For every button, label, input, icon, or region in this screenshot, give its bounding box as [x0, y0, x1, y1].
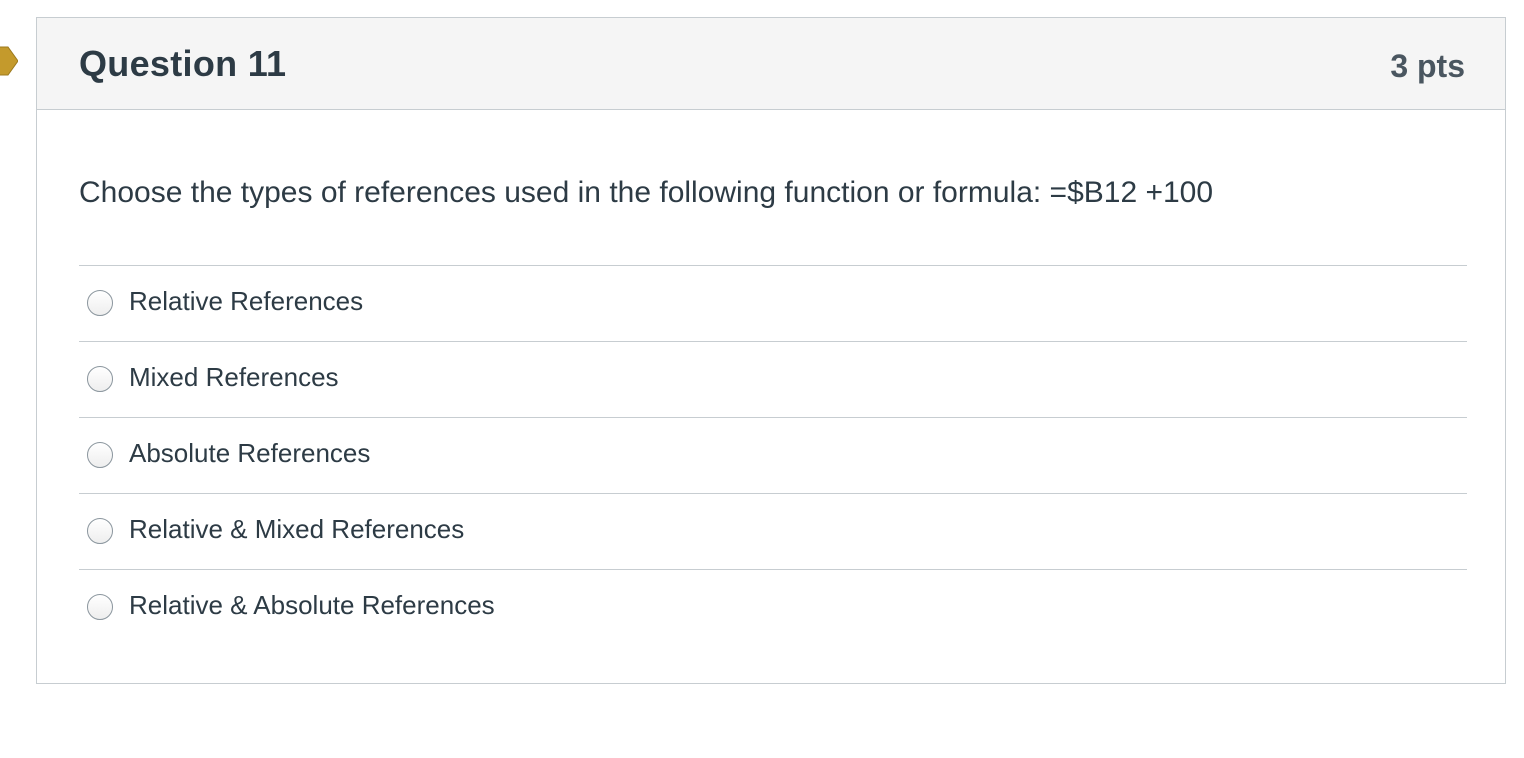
question-card: Question 11 3 pts Choose the types of re…: [36, 17, 1506, 684]
answer-label[interactable]: Absolute References: [129, 436, 370, 470]
question-header: Question 11 3 pts: [37, 18, 1505, 110]
answer-label[interactable]: Relative & Mixed References: [129, 512, 464, 546]
question-text: Choose the types of references used in t…: [79, 176, 1214, 209]
answer-label[interactable]: Relative References: [129, 284, 363, 318]
answer-list: Relative References Mixed References Abs…: [79, 265, 1467, 645]
answer-option-absolute[interactable]: Absolute References: [79, 417, 1467, 493]
radio-button[interactable]: [87, 442, 113, 468]
radio-button[interactable]: [87, 594, 113, 620]
answer-option-relative[interactable]: Relative References: [79, 265, 1467, 341]
answer-label[interactable]: Relative & Absolute References: [129, 588, 495, 622]
answer-option-relative-mixed[interactable]: Relative & Mixed References: [79, 493, 1467, 569]
answer-option-relative-absolute[interactable]: Relative & Absolute References: [79, 569, 1467, 645]
radio-button[interactable]: [87, 518, 113, 544]
question-flag-icon[interactable]: [0, 45, 18, 77]
question-points: 3 pts: [1390, 48, 1465, 84]
radio-button[interactable]: [87, 290, 113, 316]
answer-label[interactable]: Mixed References: [129, 360, 339, 394]
answer-option-mixed[interactable]: Mixed References: [79, 341, 1467, 417]
radio-button[interactable]: [87, 366, 113, 392]
question-title: Question 11: [79, 43, 287, 84]
